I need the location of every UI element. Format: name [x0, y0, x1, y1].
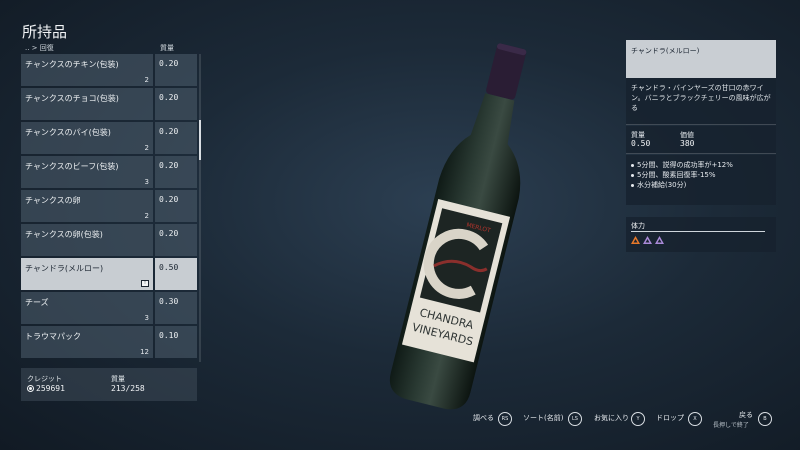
list-item[interactable]: チャンクスのパイ(包装) 2 0.20 [21, 122, 197, 154]
inspect-label: 調べる [473, 414, 494, 422]
health-label: 体力 [631, 222, 645, 230]
item-name: チャンクスのパイ(包装) [25, 128, 111, 137]
item-name: チャンクスの卵 [25, 196, 81, 205]
credits-value: 259691 [36, 384, 65, 393]
detail-description-box: チャンドラ・バインヤーズの甘口の赤ワイン。バニラとブラックチェリーの風味が広がる [626, 78, 776, 125]
health-section: 体力 [626, 217, 776, 252]
sort-label: ソート(名前) [523, 414, 564, 422]
inventory-summary: クレジット 259691 質量 213/258 [21, 368, 197, 401]
effect-item: 5分間、説得の成功率が+12% [630, 160, 733, 170]
detail-item-name: チャンドラ(メルロー) [631, 47, 700, 55]
list-item[interactable]: チャンクスのチョコ(包装) 0.20 [21, 88, 197, 120]
new-item-badge: ! [141, 280, 149, 287]
item-count: 2 [144, 212, 149, 220]
drop-button[interactable]: X [688, 412, 702, 426]
item-name: チーズ [25, 298, 49, 307]
credits-icon [27, 385, 34, 392]
back-label: 戻る [739, 411, 753, 419]
breadcrumb[interactable]: .. > 回復 [25, 43, 54, 53]
detail-value-value: 380 [680, 139, 695, 148]
scrollbar-thumb[interactable] [199, 120, 201, 160]
list-header: .. > 回復 質量 [21, 42, 197, 54]
item-count: 3 [144, 314, 149, 322]
back-sublabel: 長押しで終了 [713, 422, 749, 429]
item-mass: 0.20 [159, 59, 179, 68]
credits-label: クレジット [27, 375, 62, 383]
detail-header: チャンドラ(メルロー) [626, 40, 776, 78]
triangle-icon [655, 236, 664, 244]
item-mass: 0.20 [159, 93, 179, 102]
mass-label: 質量 [111, 375, 125, 383]
effect-item: 5分間、酸素回復率-15% [630, 170, 733, 180]
item-mass: 0.10 [159, 331, 179, 340]
item-count: 2 [144, 144, 149, 152]
item-count: 12 [140, 348, 149, 356]
item-name: チャンドラ(メルロー) [25, 264, 104, 273]
list-item-selected[interactable]: チャンドラ(メルロー)! 0.50 [21, 258, 197, 290]
mass-column-header[interactable]: 質量 [160, 43, 174, 53]
wine-bottle-image: MERLOT CHANDRA VINEYARDS [389, 43, 527, 410]
favorite-button[interactable]: Y [631, 412, 645, 426]
inventory-list: チャンクスのチキン(包装) 2 0.20 チャンクスのチョコ(包装) 0.20 チ… [21, 54, 197, 362]
list-item[interactable]: チーズ 3 0.30 [21, 292, 197, 324]
list-item[interactable]: チャンクスの卵 2 0.20 [21, 190, 197, 222]
item-name: チャンクスのチキン(包装) [25, 60, 119, 69]
item-name: チャンクスの卵(包装) [25, 230, 103, 239]
detail-stats: 質量 0.50 価値 380 [626, 126, 776, 154]
detail-description: チャンドラ・バインヤーズの甘口の赤ワイン。バニラとブラックチェリーの風味が広がる [631, 84, 771, 112]
item-mass: 0.20 [159, 195, 179, 204]
item-mass: 0.20 [159, 229, 179, 238]
sort-button[interactable]: LS [568, 412, 582, 426]
item-mass: 0.20 [159, 127, 179, 136]
health-divider [631, 231, 765, 232]
item-name: チャンクスのビーフ(包装) [25, 162, 119, 171]
inspect-button[interactable]: RS [498, 412, 512, 426]
item-name: トラウマパック [25, 332, 81, 341]
list-scrollbar[interactable] [199, 54, 201, 362]
list-item[interactable]: トラウマパック 12 0.10 [21, 326, 197, 358]
detail-effects: 5分間、説得の成功率が+12% 5分間、酸素回復率-15% 水分補給(30分) [626, 155, 776, 205]
list-item[interactable]: チャンクスのチキン(包装) 2 0.20 [21, 54, 197, 86]
item-name: チャンクスのチョコ(包装) [25, 94, 119, 103]
list-item[interactable]: チャンクスのビーフ(包装) 3 0.20 [21, 156, 197, 188]
favorite-label: お気に入り [594, 414, 629, 422]
item-count: 3 [144, 178, 149, 186]
item-mass: 0.50 [159, 263, 179, 272]
effect-item: 水分補給(30分) [630, 180, 733, 190]
drop-label: ドロップ [656, 414, 684, 422]
item-mass: 0.30 [159, 297, 179, 306]
list-item[interactable]: チャンクスの卵(包装) 0.20 [21, 224, 197, 256]
warning-triangle-icon [631, 236, 640, 244]
item-mass: 0.20 [159, 161, 179, 170]
triangle-icon [643, 236, 652, 244]
item-count: 2 [144, 76, 149, 84]
mass-value: 213/258 [111, 384, 145, 393]
back-button[interactable]: B [758, 412, 772, 426]
page-title: 所持品 [22, 23, 68, 41]
detail-mass-value: 0.50 [631, 139, 651, 148]
